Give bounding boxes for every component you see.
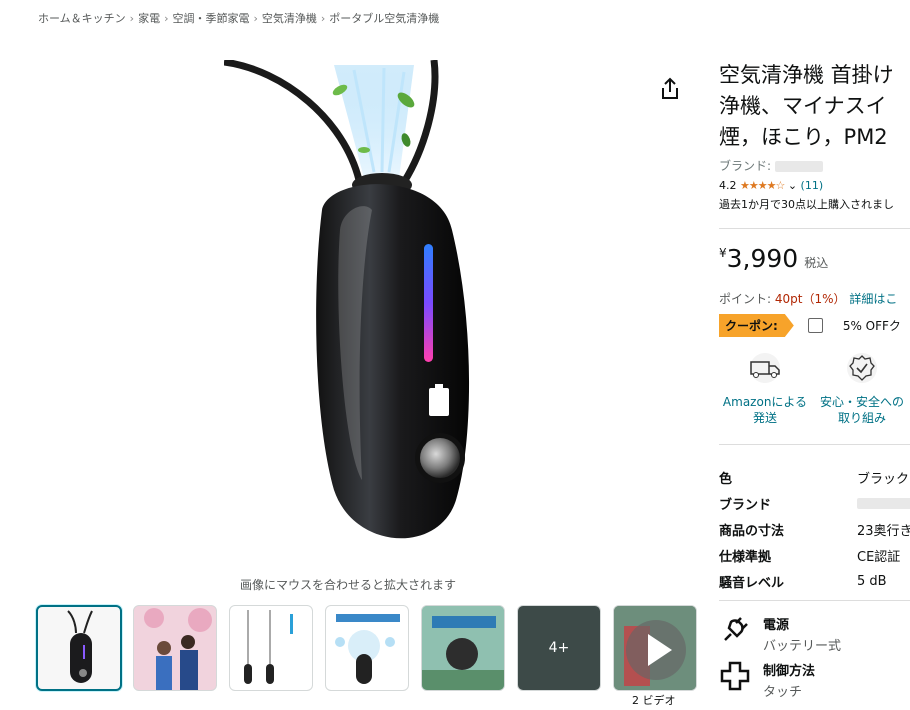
spec-row: 仕様準拠 CE認証 bbox=[719, 542, 910, 568]
spec-key: 騒音レベル bbox=[719, 575, 785, 591]
product-title[interactable]: 空気清浄機 首掛け 浄機、マイナスイ 煙，ほこり，PM2 bbox=[719, 60, 910, 153]
thumbnail-features-image bbox=[335, 614, 400, 684]
star-rating-icon[interactable]: ★★★★☆ bbox=[740, 179, 785, 192]
spec-value: 23奥行き bbox=[857, 523, 910, 539]
divider bbox=[719, 444, 910, 445]
product-title-line-1: 空気清浄機 首掛け bbox=[719, 63, 894, 87]
spec-key: 色 bbox=[719, 471, 733, 487]
feature-safety-line1: 安心・安全への bbox=[819, 395, 904, 409]
divider bbox=[719, 228, 910, 229]
chevron-down-icon[interactable]: ⌄ bbox=[788, 179, 797, 192]
breadcrumb-portable-purifier[interactable]: ポータブル空気清浄機 bbox=[329, 12, 439, 25]
rating-value: 4.2 bbox=[719, 179, 737, 192]
breadcrumb-separator: › bbox=[164, 12, 169, 25]
rating-row: 4.2 ★★★★☆ ⌄ (11) bbox=[719, 179, 910, 192]
coupon-text: 5% OFFク bbox=[842, 319, 901, 333]
detail-control: 制御方法 タッチ bbox=[719, 660, 815, 700]
main-product-image[interactable] bbox=[223, 58, 510, 566]
feature-amazon-shipping-line1: Amazonによる bbox=[722, 395, 808, 409]
points-value: 40pt（1%） bbox=[774, 292, 846, 306]
thumbnail-more-count: 4+ bbox=[548, 640, 570, 656]
video-caption: 2 ビデオ bbox=[632, 694, 676, 707]
plug-icon bbox=[724, 617, 748, 641]
breadcrumb-air-purifier[interactable]: 空気清浄機 bbox=[262, 12, 317, 25]
detail-power: 電源 バッテリー式 bbox=[719, 614, 841, 654]
breadcrumb: ホーム＆キッチン › 家電 › 空調・季節家電 › 空気清浄機 › ポータブル空気清浄機 bbox=[38, 10, 439, 26]
zoom-hint: 画像にマウスを合わせると拡大されます bbox=[240, 578, 457, 592]
spec-row: ブランド bbox=[719, 490, 910, 516]
detail-control-title: 制御方法 bbox=[763, 664, 816, 679]
spec-value: 5 dB bbox=[857, 573, 887, 589]
thumbnail-video[interactable] bbox=[613, 605, 697, 691]
thumbnail-3[interactable] bbox=[229, 605, 313, 691]
bought-recently: 過去1か月で30点以上購入されまし bbox=[719, 198, 894, 211]
thumbnail-family-image bbox=[134, 606, 216, 690]
divider bbox=[719, 600, 910, 601]
price-amount: 3,990 bbox=[726, 244, 799, 273]
spec-value: CE認証 bbox=[857, 549, 901, 565]
delivery-van-icon bbox=[750, 353, 780, 383]
price-tax-label: 税込 bbox=[804, 256, 829, 270]
detail-control-value: タッチ bbox=[763, 685, 803, 700]
breadcrumb-seasonal[interactable]: 空調・季節家電 bbox=[172, 12, 249, 25]
coupon-checkbox[interactable] bbox=[807, 318, 823, 333]
necklace-purifier-image bbox=[223, 58, 470, 539]
breadcrumb-separator: › bbox=[129, 12, 135, 25]
brand-name-redacted[interactable] bbox=[774, 161, 823, 172]
spec-table: 色 ブラック ブランド 商品の寸法 23奥行き 仕様準拠 CE認証 騒音レベル 5 dB bbox=[719, 464, 910, 594]
spec-row: 色 ブラック bbox=[719, 464, 910, 490]
detail-power-title: 電源 bbox=[763, 618, 790, 633]
price-symbol: ¥ bbox=[719, 246, 727, 260]
thumbnail-4[interactable] bbox=[325, 605, 409, 691]
spec-key: 商品の寸法 bbox=[719, 523, 785, 539]
breadcrumb-separator: › bbox=[253, 12, 258, 25]
thumbnail-outdoor-image bbox=[422, 606, 504, 690]
coupon-badge: クーポン: bbox=[719, 314, 794, 337]
breadcrumb-separator: › bbox=[320, 12, 326, 25]
feature-safety-line2: 取り組み bbox=[837, 411, 886, 425]
thumbnail-2[interactable] bbox=[133, 605, 217, 691]
thumbnail-1[interactable] bbox=[36, 605, 122, 691]
share-icon bbox=[662, 77, 678, 99]
spec-value: ブラック bbox=[857, 471, 910, 487]
spec-key: 仕様準拠 bbox=[719, 549, 772, 565]
rating-count-link[interactable]: (11) bbox=[801, 179, 824, 192]
breadcrumb-home-kitchen[interactable]: ホーム＆キッチン bbox=[38, 12, 126, 25]
feature-safety[interactable]: 安心・安全への 取り組み bbox=[814, 352, 910, 426]
product-title-line-2: 浄機、マイナスイ bbox=[719, 94, 887, 118]
price: ¥3,990 税込 bbox=[719, 244, 828, 273]
feature-amazon-shipping[interactable]: Amazonによる 発送 bbox=[719, 352, 811, 426]
spec-row: 騒音レベル 5 dB bbox=[719, 568, 910, 594]
brand-line: ブランド: bbox=[719, 157, 910, 174]
thumbnail-dimensions-image bbox=[244, 610, 293, 684]
thumbnail-more[interactable]: 4+ bbox=[517, 605, 601, 691]
points-label: ポイント: bbox=[719, 292, 772, 306]
brand-label: ブランド: bbox=[719, 159, 772, 173]
thumbnail-5[interactable] bbox=[421, 605, 505, 691]
coupon-row: クーポン: 5% OFFク bbox=[719, 314, 901, 337]
points-detail-link[interactable]: 詳細はこ bbox=[849, 292, 897, 306]
product-title-line-3: 煙，ほこり，PM2 bbox=[719, 125, 888, 149]
share-button[interactable] bbox=[658, 76, 682, 102]
product-info: 空気清浄機 首掛け 浄機、マイナスイ 煙，ほこり，PM2 ブランド: 4.2 ★… bbox=[719, 60, 910, 212]
breadcrumb-appliances[interactable]: 家電 bbox=[138, 12, 160, 25]
feature-amazon-shipping-line2: 発送 bbox=[752, 411, 777, 425]
spec-key: ブランド bbox=[719, 497, 772, 513]
safety-badge-icon bbox=[847, 353, 877, 383]
thumbnail-device-image bbox=[67, 610, 93, 683]
spec-row: 商品の寸法 23奥行き bbox=[719, 516, 910, 542]
detail-power-value: バッテリー式 bbox=[763, 639, 842, 654]
points-row: ポイント: 40pt（1%） 詳細はこ bbox=[719, 290, 897, 307]
spec-brand-redacted bbox=[857, 497, 910, 509]
play-video-icon bbox=[614, 606, 696, 690]
control-plus-icon bbox=[720, 661, 750, 691]
